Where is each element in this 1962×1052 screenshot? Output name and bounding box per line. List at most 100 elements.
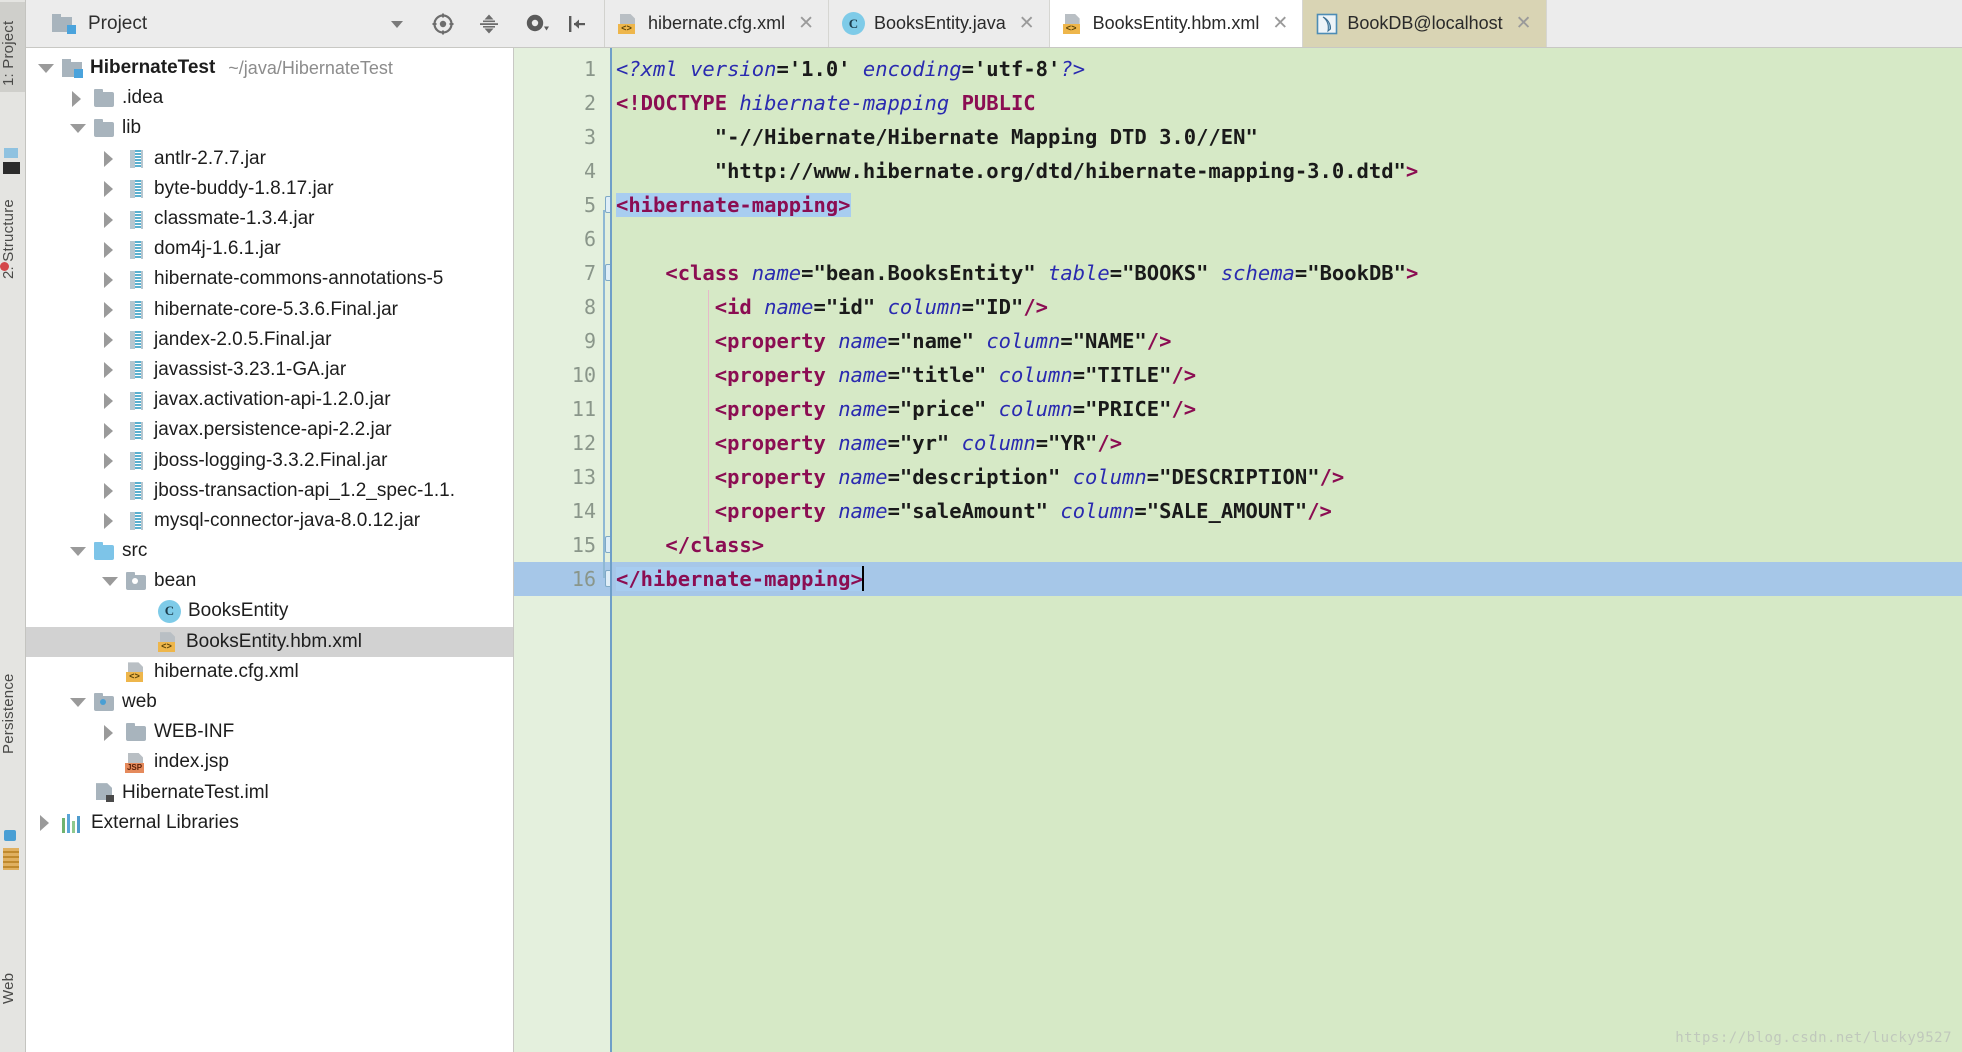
code-line[interactable]: "http://www.hibernate.org/dtd/hibernate-…	[610, 154, 1962, 188]
tree-item-idea[interactable]: .idea	[26, 83, 513, 113]
editor-tab-booksentity-java[interactable]: C BooksEntity.java ✕	[829, 0, 1050, 47]
code-line[interactable]: <?xml version='1.0' encoding='utf-8'?>	[610, 52, 1962, 86]
code-token-tag: <hibernate-mapping>	[616, 193, 851, 217]
line-number: 4	[583, 159, 596, 183]
tree-twisty-collapsed[interactable]	[102, 422, 117, 439]
tree-item-javassist-3-23-1-ga-jar[interactable]: javassist-3.23.1-GA.jar	[26, 355, 513, 385]
tree-item-booksentity[interactable]: C BooksEntity	[26, 596, 513, 626]
tree-twisty-collapsed[interactable]	[102, 271, 117, 288]
tree-item-lib[interactable]: lib	[26, 113, 513, 143]
tree-item-label: WEB-INF	[154, 721, 235, 743]
code-editor[interactable]: 12345−67−89101112131415−16− https://blog…	[514, 48, 1962, 1052]
close-icon[interactable]: ✕	[1019, 14, 1035, 33]
tree-item-jandex-2-0-5-final-jar[interactable]: jandex-2.0.5.Final.jar	[26, 325, 513, 355]
code-token-punct: =	[1146, 465, 1160, 489]
tree-twisty-collapsed[interactable]	[102, 483, 117, 500]
tree-item-classmate-1-3-4-jar[interactable]: classmate-1.3.4.jar	[26, 204, 513, 234]
chevron-down-icon[interactable]	[384, 11, 410, 37]
tree-item-antlr-2-7-7-jar[interactable]: antlr-2.7.7.jar	[26, 144, 513, 174]
tree-item-jboss-transaction-api-1-2-spec-1-1[interactable]: jboss-transaction-api_1.2_spec-1.1.	[26, 476, 513, 506]
tree-twisty-collapsed[interactable]	[102, 362, 117, 379]
tree-item-javax-persistence-api-2-2-jar[interactable]: javax.persistence-api-2.2.jar	[26, 415, 513, 445]
editor-gutter[interactable]: 12345−67−89101112131415−16−	[514, 48, 622, 1052]
tree-item-bean[interactable]: bean	[26, 566, 513, 596]
tree-twisty-collapsed[interactable]	[102, 392, 117, 409]
collapse-all-icon[interactable]	[476, 11, 502, 37]
code-line[interactable]: <property name="title" column="TITLE"/>	[610, 358, 1962, 392]
editor-tab-bookdb-localhost[interactable]: BookDB@localhost ✕	[1303, 0, 1547, 47]
tree-item-hibernate-cfg-xml[interactable]: hibernate.cfg.xml	[26, 657, 513, 687]
line-number: 7	[583, 261, 596, 285]
tree-item-hibernatetest-iml[interactable]: HibernateTest.iml	[26, 778, 513, 808]
tree-item-booksentity-hbm-xml[interactable]: BooksEntity.hbm.xml	[26, 626, 513, 657]
tree-twisty-collapsed[interactable]	[102, 241, 117, 258]
code-token-val: "-//Hibernate/Hibernate Mapping DTD 3.0/…	[714, 125, 1258, 149]
tree-item-index-jsp[interactable]: index.jsp	[26, 747, 513, 777]
code-line[interactable]: <id name="id" column="ID"/>	[610, 290, 1962, 324]
tree-twisty-collapsed[interactable]	[38, 815, 53, 832]
tree-twisty-expanded[interactable]	[70, 695, 86, 710]
code-line[interactable]: <property name="yr" column="YR"/>	[610, 426, 1962, 460]
tree-item-web-inf[interactable]: WEB-INF	[26, 717, 513, 747]
code-line[interactable]: <property name="name" column="NAME"/>	[610, 324, 1962, 358]
jar-icon	[126, 481, 147, 501]
code-line[interactable]: "-//Hibernate/Hibernate Mapping DTD 3.0/…	[610, 120, 1962, 154]
tree-twisty-collapsed[interactable]	[102, 211, 117, 228]
code-line[interactable]: <property name="saleAmount" column="SALE…	[610, 494, 1962, 528]
code-line[interactable]: <class name="bean.BooksEntity" table="BO…	[610, 256, 1962, 290]
tree-item-external-libraries[interactable]: External Libraries	[26, 808, 513, 838]
code-line[interactable]: <hibernate-mapping>	[610, 188, 1962, 222]
tree-twisty-expanded[interactable]	[102, 574, 118, 589]
tree-item-hibernate-commons-annotations-5[interactable]: hibernate-commons-annotations-5	[26, 264, 513, 294]
code-token-punct: =	[1035, 431, 1049, 455]
editor-empty-area[interactable]	[610, 596, 1962, 1052]
code-line[interactable]: <!DOCTYPE hibernate-mapping PUBLIC	[610, 86, 1962, 120]
editor-tab-hibernate-cfg[interactable]: hibernate.cfg.xml ✕	[605, 0, 829, 47]
code-line[interactable]: <property name="description" column="DES…	[610, 460, 1962, 494]
tree-twisty-expanded[interactable]	[70, 544, 86, 559]
close-icon[interactable]: ✕	[1516, 14, 1532, 33]
project-tree[interactable]: HibernateTest ~/java/HibernateTest .idea li…	[26, 48, 514, 1052]
code-line[interactable]: <property name="price" column="PRICE"/>	[610, 392, 1962, 426]
tree-twisty-collapsed[interactable]	[102, 453, 117, 470]
editor-code-area[interactable]: https://blog.csdn.net/lucky9527 <?xml ve…	[610, 48, 1962, 1052]
tree-item-mysql-connector-java-8-0-12-jar[interactable]: mysql-connector-java-8.0.12.jar	[26, 506, 513, 536]
tree-item-hibernatetest[interactable]: HibernateTest ~/java/HibernateTest	[26, 53, 513, 83]
tree-twisty-none	[134, 634, 149, 649]
code-line[interactable]: </hibernate-mapping>	[610, 562, 1962, 596]
tree-item-byte-buddy-1-8-17-jar[interactable]: byte-buddy-1.8.17.jar	[26, 174, 513, 204]
tree-item-src[interactable]: src	[26, 536, 513, 566]
tree-item-jboss-logging-3-3-2-final-jar[interactable]: jboss-logging-3.3.2.Final.jar	[26, 445, 513, 475]
hide-panel-icon[interactable]	[564, 11, 590, 37]
jar-icon	[126, 270, 147, 289]
close-icon[interactable]: ✕	[798, 14, 814, 33]
tree-twisty-collapsed[interactable]	[102, 302, 117, 319]
close-icon[interactable]: ✕	[1272, 14, 1288, 33]
rail-button-web[interactable]: Web	[0, 940, 25, 1010]
tree-twisty-collapsed[interactable]	[102, 151, 117, 168]
rail-button-persistence[interactable]: Persistence	[0, 620, 25, 760]
code-token-tag: <property	[714, 465, 826, 489]
tree-item-dom4j-1-6-1-jar[interactable]: dom4j-1.6.1.jar	[26, 234, 513, 264]
tree-twisty-expanded[interactable]	[38, 61, 54, 76]
scroll-from-source-icon[interactable]	[430, 11, 456, 37]
tree-item-label: dom4j-1.6.1.jar	[154, 238, 281, 260]
tree-item-hibernate-core-5-3-6-final-jar[interactable]: hibernate-core-5.3.6.Final.jar	[26, 295, 513, 325]
settings-gear-icon[interactable]	[524, 11, 550, 37]
code-line[interactable]: </class>	[610, 528, 1962, 562]
tree-twisty-collapsed[interactable]	[102, 513, 117, 530]
tree-twisty-none	[102, 664, 117, 679]
tree-twisty-collapsed[interactable]	[70, 90, 85, 107]
tree-item-javax-activation-api-1-2-0-jar[interactable]: javax.activation-api-1.2.0.jar	[26, 385, 513, 415]
tree-twisty-collapsed[interactable]	[102, 724, 117, 741]
code-line[interactable]	[610, 222, 1962, 256]
editor-tab-booksentity-hbm-xml[interactable]: BooksEntity.hbm.xml ✕	[1049, 0, 1304, 47]
tree-twisty-expanded[interactable]	[70, 121, 86, 136]
rail-button-project[interactable]: 1: Project	[0, 2, 25, 92]
tree-twisty-collapsed[interactable]	[102, 332, 117, 349]
tree-twisty-collapsed[interactable]	[102, 181, 117, 198]
tree-item-web[interactable]: web	[26, 687, 513, 717]
